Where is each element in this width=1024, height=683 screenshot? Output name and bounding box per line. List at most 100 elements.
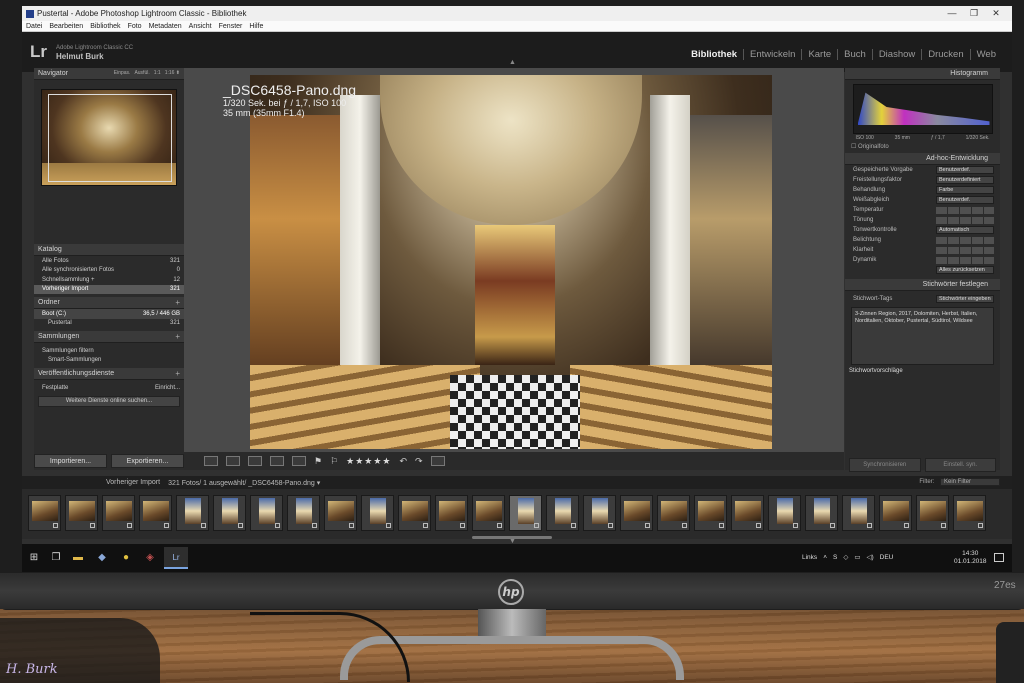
close-button[interactable]: ✕ xyxy=(986,6,1006,21)
menu-foto[interactable]: Foto xyxy=(128,23,142,30)
quick-develop-header[interactable]: Ad-hoc-Entwicklung xyxy=(845,153,1000,165)
filmstrip-thumbnail[interactable] xyxy=(916,495,949,531)
app-icon-2[interactable]: ◈ xyxy=(144,552,156,564)
reset-all-button[interactable]: Alles zurücksetzen xyxy=(936,266,994,274)
filmstrip-thumbnail[interactable] xyxy=(546,495,579,531)
loupe-view-icon[interactable] xyxy=(226,456,240,466)
publish-setup-button[interactable]: Einricht... xyxy=(155,385,180,391)
keyword-tags-mode-select[interactable]: Stichwörter eingeben xyxy=(936,295,994,303)
catalog-item-previous-import[interactable]: Vorheriger Import 321 xyxy=(34,284,184,294)
filmstrip-thumbnail[interactable] xyxy=(657,495,690,531)
module-diashow[interactable]: Diashow xyxy=(873,49,923,60)
zoom-fill[interactable]: Ausfül. xyxy=(134,70,149,76)
smart-collections[interactable]: Smart-Sammlungen xyxy=(34,356,184,366)
module-web[interactable]: Web xyxy=(971,49,1002,60)
menu-ansicht[interactable]: Ansicht xyxy=(189,23,212,30)
filmstrip-thumbnail[interactable] xyxy=(472,495,505,531)
white-balance-select[interactable]: Benutzerdef. xyxy=(936,196,994,204)
folder-row[interactable]: Pustertal 321 xyxy=(34,319,184,329)
more-services-button[interactable]: Weitere Dienste online suchen... xyxy=(38,395,180,407)
menu-hilfe[interactable]: Hilfe xyxy=(249,23,263,30)
temperature-buttons[interactable] xyxy=(936,206,994,214)
preset-select[interactable]: Benutzerdef. xyxy=(936,166,994,174)
navigator-view-frame[interactable] xyxy=(48,94,172,182)
tint-buttons[interactable] xyxy=(936,216,994,224)
filmstrip-thumbnail[interactable] xyxy=(250,495,283,531)
filmstrip-thumbnail[interactable] xyxy=(731,495,764,531)
clarity-buttons[interactable] xyxy=(936,246,994,254)
module-bibliothek[interactable]: Bibliothek xyxy=(685,49,745,60)
filmstrip-thumbnail[interactable] xyxy=(324,495,357,531)
collections-header[interactable]: Sammlungen + xyxy=(34,331,184,343)
links-toolbar[interactable]: Links xyxy=(802,554,817,561)
add-folder-icon[interactable]: + xyxy=(175,298,180,307)
sync-button[interactable]: Synchronisieren xyxy=(849,458,921,472)
filmstrip-thumbnail[interactable] xyxy=(287,495,320,531)
import-button[interactable]: Importieren... xyxy=(34,454,107,468)
menu-datei[interactable]: Datei xyxy=(26,23,42,30)
exposure-buttons[interactable] xyxy=(936,236,994,244)
filmstrip-thumbnail[interactable] xyxy=(435,495,468,531)
action-center-icon[interactable] xyxy=(994,553,1004,562)
module-buch[interactable]: Buch xyxy=(838,49,873,60)
zoom-1-1[interactable]: 1:1 xyxy=(154,70,161,76)
zoom-custom[interactable]: 1:16 ⬍ xyxy=(165,70,180,76)
collections-filter[interactable]: Sammlungen filtern xyxy=(34,346,184,356)
filmstrip-thumbnail[interactable] xyxy=(953,495,986,531)
compare-view-icon[interactable] xyxy=(248,456,262,466)
filmstrip-thumbnail[interactable] xyxy=(509,495,542,531)
original-photo-checkbox[interactable]: ☐ Originalfoto xyxy=(845,143,1000,150)
grid-view-icon[interactable] xyxy=(204,456,218,466)
crop-overlay-icon[interactable] xyxy=(430,456,445,466)
publish-header[interactable]: Veröffentlichungsdienste + xyxy=(34,368,184,380)
collapse-top-panel-icon[interactable]: ▲ xyxy=(509,59,516,66)
filmstrip-thumbnail[interactable] xyxy=(398,495,431,531)
flag-reject-icon[interactable]: ⚐ xyxy=(330,456,338,467)
auto-tone-button[interactable]: Automatisch xyxy=(936,226,994,234)
rotate-right-icon[interactable]: ↷ xyxy=(415,456,423,467)
treatment-select[interactable]: Farbe xyxy=(936,186,994,194)
rotate-left-icon[interactable]: ↶ xyxy=(400,456,408,467)
filmstrip-thumbnail[interactable] xyxy=(620,495,653,531)
vibrance-buttons[interactable] xyxy=(936,256,994,264)
keyword-suggestions-header[interactable]: Stichwortvorschläge xyxy=(845,368,1000,377)
file-explorer-icon[interactable]: ▬ xyxy=(72,552,84,564)
filmstrip-thumbnail[interactable] xyxy=(694,495,727,531)
filmstrip-thumbnail[interactable] xyxy=(139,495,172,531)
navigator-header[interactable]: Navigator Einpas. Ausfül. 1:1 1:16 ⬍ xyxy=(34,68,184,80)
minimize-button[interactable]: — xyxy=(942,6,962,21)
keywords-textarea[interactable]: 3-Zinnen Region, 2017, Dolomiten, Herbst… xyxy=(851,307,994,365)
survey-view-icon[interactable] xyxy=(270,456,284,466)
catalog-header[interactable]: Katalog xyxy=(34,244,184,256)
language-indicator[interactable]: DEU xyxy=(880,554,894,561)
filmstrip-thumbnail[interactable] xyxy=(583,495,616,531)
module-entwickeln[interactable]: Entwickeln xyxy=(744,49,803,60)
network-icon[interactable]: ▭ xyxy=(854,553,860,561)
people-view-icon[interactable] xyxy=(292,456,306,466)
chrome-icon[interactable]: ● xyxy=(120,552,132,564)
export-button[interactable]: Exportieren... xyxy=(111,454,184,468)
filmstrip-thumbnail[interactable] xyxy=(65,495,98,531)
filmstrip-thumbnail[interactable] xyxy=(842,495,875,531)
filmstrip-thumbnail[interactable] xyxy=(805,495,838,531)
catalog-item-quick-collection[interactable]: Schnellsammlung + 12 xyxy=(34,275,184,285)
sync-settings-button[interactable]: Einstell. syn. xyxy=(924,458,996,472)
folders-header[interactable]: Ordner + xyxy=(34,297,184,309)
menu-metadaten[interactable]: Metadaten xyxy=(149,23,182,30)
menu-bibliothek[interactable]: Bibliothek xyxy=(90,23,120,30)
filmstrip-thumbnail[interactable] xyxy=(361,495,394,531)
module-drucken[interactable]: Drucken xyxy=(922,49,971,60)
volume-row[interactable]: Boot (C:) 36,5 / 446 GB xyxy=(34,309,184,319)
rating-stars[interactable]: ★★★★★ xyxy=(346,456,391,467)
publish-disk-row[interactable]: Festplatte Einricht... xyxy=(34,383,184,393)
clock[interactable]: 14:30 01.01.2018 xyxy=(954,550,987,567)
skype-icon[interactable]: S xyxy=(833,554,837,561)
menu-fenster[interactable]: Fenster xyxy=(219,23,243,30)
zoom-fit[interactable]: Einpas. xyxy=(114,70,131,76)
filmstrip-thumbnail[interactable] xyxy=(102,495,135,531)
filter-select[interactable]: Kein Filter xyxy=(940,478,1000,486)
add-collection-icon[interactable]: + xyxy=(175,332,180,341)
restore-button[interactable]: ❐ xyxy=(964,6,984,21)
lightroom-taskbar-icon[interactable]: Lr xyxy=(170,552,182,564)
filmstrip-thumbnail[interactable] xyxy=(879,495,912,531)
